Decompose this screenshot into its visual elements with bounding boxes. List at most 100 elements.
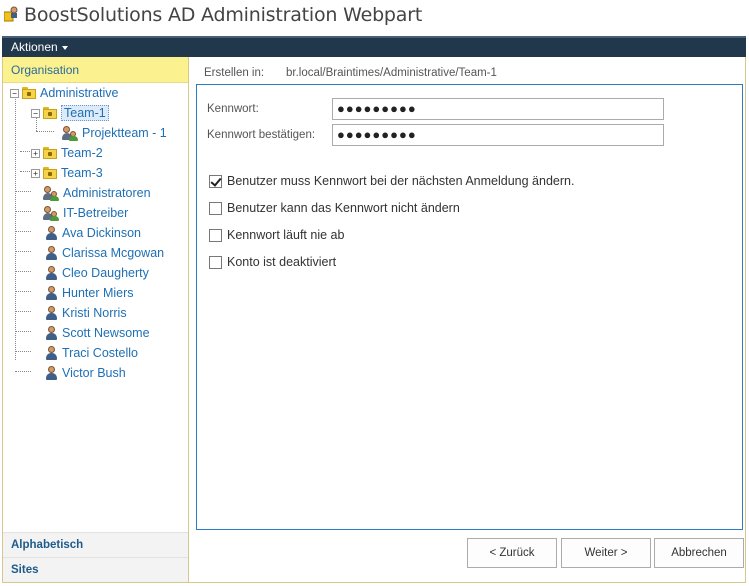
tree-node-it-betreiber: IT-Betreiber bbox=[41, 203, 128, 223]
create-in-row: Erstellen in: br.local/Braintimes/Admini… bbox=[204, 67, 497, 79]
user-icon bbox=[44, 285, 58, 301]
checkbox[interactable] bbox=[209, 228, 222, 242]
option-label: Benutzer muss Kennwort bei der nächsten … bbox=[227, 174, 575, 188]
password-label: Kennwort: bbox=[207, 103, 259, 115]
organisation-tab[interactable]: Organisation bbox=[3, 57, 188, 83]
tree-node-label[interactable]: Team-3 bbox=[61, 166, 103, 180]
create-in-path: br.local/Braintimes/Administrative/Team-… bbox=[286, 67, 497, 79]
tree-node-user: Ava Dickinson bbox=[42, 223, 141, 243]
tree-node-label[interactable]: Cleo Daugherty bbox=[62, 266, 149, 280]
cancel-button[interactable]: Abbrechen bbox=[654, 538, 744, 568]
collapse-toggle[interactable]: − bbox=[31, 108, 40, 118]
actions-bar: Aktionen bbox=[2, 36, 746, 57]
tree-node-user: Cleo Daugherty bbox=[42, 263, 149, 283]
main-frame: Organisation − Administrative − Team-1 P… bbox=[2, 57, 746, 583]
create-in-label: Erstellen in: bbox=[204, 67, 265, 79]
form-content-box: Kennwort: ●●●●●●●●● Kennwort bestätigen:… bbox=[196, 84, 743, 530]
left-panel: Organisation − Administrative − Team-1 P… bbox=[3, 57, 189, 582]
user-icon bbox=[44, 325, 58, 341]
tree-connector bbox=[20, 171, 30, 172]
tree-node-team-3: + Team-3 bbox=[31, 163, 103, 183]
tree-node-label[interactable]: IT-Betreiber bbox=[63, 206, 128, 220]
tree-node-administrative: − Administrative bbox=[10, 83, 119, 103]
group-icon bbox=[43, 185, 59, 201]
back-button[interactable]: < Zurück bbox=[467, 538, 557, 568]
tree-node-label[interactable]: Ava Dickinson bbox=[62, 226, 141, 240]
tree-node-label[interactable]: Team-1 bbox=[61, 105, 109, 121]
tree-node-label[interactable]: Projektteam - 1 bbox=[82, 126, 167, 140]
confirm-password-label: Kennwort bestätigen: bbox=[207, 129, 316, 141]
collapse-toggle[interactable]: − bbox=[10, 88, 19, 98]
tree-connector bbox=[15, 251, 31, 252]
group-icon bbox=[62, 125, 78, 141]
user-icon bbox=[44, 265, 58, 281]
next-button[interactable]: Weiter > bbox=[561, 538, 651, 568]
password-field[interactable]: ●●●●●●●●● bbox=[332, 98, 664, 120]
expand-toggle[interactable]: + bbox=[31, 148, 40, 158]
tree-connector bbox=[15, 371, 31, 372]
page-title: BoostSolutions AD Administration Webpart bbox=[24, 4, 423, 26]
user-icon bbox=[44, 345, 58, 361]
create-user-form: Erstellen in: br.local/Braintimes/Admini… bbox=[190, 57, 746, 582]
option-label: Kennwort läuft nie ab bbox=[227, 228, 345, 242]
tree-node-label[interactable]: Team-2 bbox=[61, 146, 103, 160]
tree-node-label[interactable]: Traci Costello bbox=[62, 346, 138, 360]
tree-node-label[interactable]: Hunter Miers bbox=[62, 286, 134, 300]
option-account-disabled[interactable]: Konto ist deaktiviert bbox=[209, 255, 336, 269]
actions-menu-label: Aktionen bbox=[11, 40, 58, 54]
tree-connector bbox=[15, 351, 31, 352]
tree-node-user: Traci Costello bbox=[42, 343, 138, 363]
tree-connector bbox=[36, 131, 54, 132]
tree-connector bbox=[15, 331, 31, 332]
sites-tab[interactable]: Sites bbox=[3, 557, 188, 582]
tree-node-administratoren: Administratoren bbox=[41, 183, 151, 203]
tree-node-projektteam-1: Projektteam - 1 bbox=[60, 123, 167, 143]
tree-connector bbox=[15, 97, 16, 360]
tree-node-label[interactable]: Victor Bush bbox=[62, 366, 126, 380]
actions-menu-button[interactable]: Aktionen bbox=[11, 40, 68, 54]
checkbox-checked[interactable] bbox=[209, 174, 222, 188]
tree-node-team-2: + Team-2 bbox=[31, 143, 103, 163]
user-icon bbox=[44, 225, 58, 241]
organisation-tree: − Administrative − Team-1 Projektteam - … bbox=[3, 83, 188, 533]
tree-connector bbox=[15, 311, 31, 312]
tree-node-team-1: − Team-1 bbox=[31, 103, 109, 123]
folder-icon bbox=[22, 87, 36, 99]
tree-node-user: Clarissa Mcgowan bbox=[42, 243, 164, 263]
option-password-never-expires[interactable]: Kennwort läuft nie ab bbox=[209, 228, 344, 242]
option-label: Benutzer kann das Kennwort nicht ändern bbox=[227, 201, 460, 215]
option-cannot-change-password[interactable]: Benutzer kann das Kennwort nicht ändern bbox=[209, 201, 460, 215]
tree-node-label[interactable]: Scott Newsome bbox=[62, 326, 150, 340]
checkbox[interactable] bbox=[209, 255, 222, 269]
tree-connector bbox=[15, 231, 31, 232]
tree-connector bbox=[15, 211, 31, 212]
tree-node-label[interactable]: Administrative bbox=[40, 86, 119, 100]
tree-node-user: Hunter Miers bbox=[42, 283, 134, 303]
confirm-password-field[interactable]: ●●●●●●●●● bbox=[332, 124, 664, 146]
option-label: Konto ist deaktiviert bbox=[227, 255, 337, 269]
expand-toggle[interactable]: + bbox=[31, 168, 40, 178]
folder-icon bbox=[43, 107, 57, 119]
app-logo-icon bbox=[4, 6, 18, 22]
option-must-change-password[interactable]: Benutzer muss Kennwort bei der nächsten … bbox=[209, 174, 574, 188]
tree-connector bbox=[15, 271, 31, 272]
user-icon bbox=[44, 305, 58, 321]
alphabetic-tab[interactable]: Alphabetisch bbox=[3, 532, 188, 557]
tree-node-label[interactable]: Kristi Norris bbox=[62, 306, 127, 320]
user-icon bbox=[44, 245, 58, 261]
title-bar: BoostSolutions AD Administration Webpart bbox=[0, 0, 749, 32]
checkbox[interactable] bbox=[209, 201, 222, 215]
tree-node-label[interactable]: Administratoren bbox=[63, 186, 151, 200]
tree-connector bbox=[15, 291, 31, 292]
folder-icon bbox=[43, 147, 57, 159]
tree-connector bbox=[20, 151, 30, 152]
chevron-down-icon bbox=[61, 46, 68, 50]
folder-icon bbox=[43, 167, 57, 179]
tree-node-label[interactable]: Clarissa Mcgowan bbox=[62, 246, 164, 260]
tree-node-user: Victor Bush bbox=[42, 363, 126, 383]
user-icon bbox=[44, 365, 58, 381]
tree-node-user: Kristi Norris bbox=[42, 303, 127, 323]
tree-node-user: Scott Newsome bbox=[42, 323, 150, 343]
tree-connector bbox=[15, 191, 31, 192]
group-icon bbox=[43, 205, 59, 221]
